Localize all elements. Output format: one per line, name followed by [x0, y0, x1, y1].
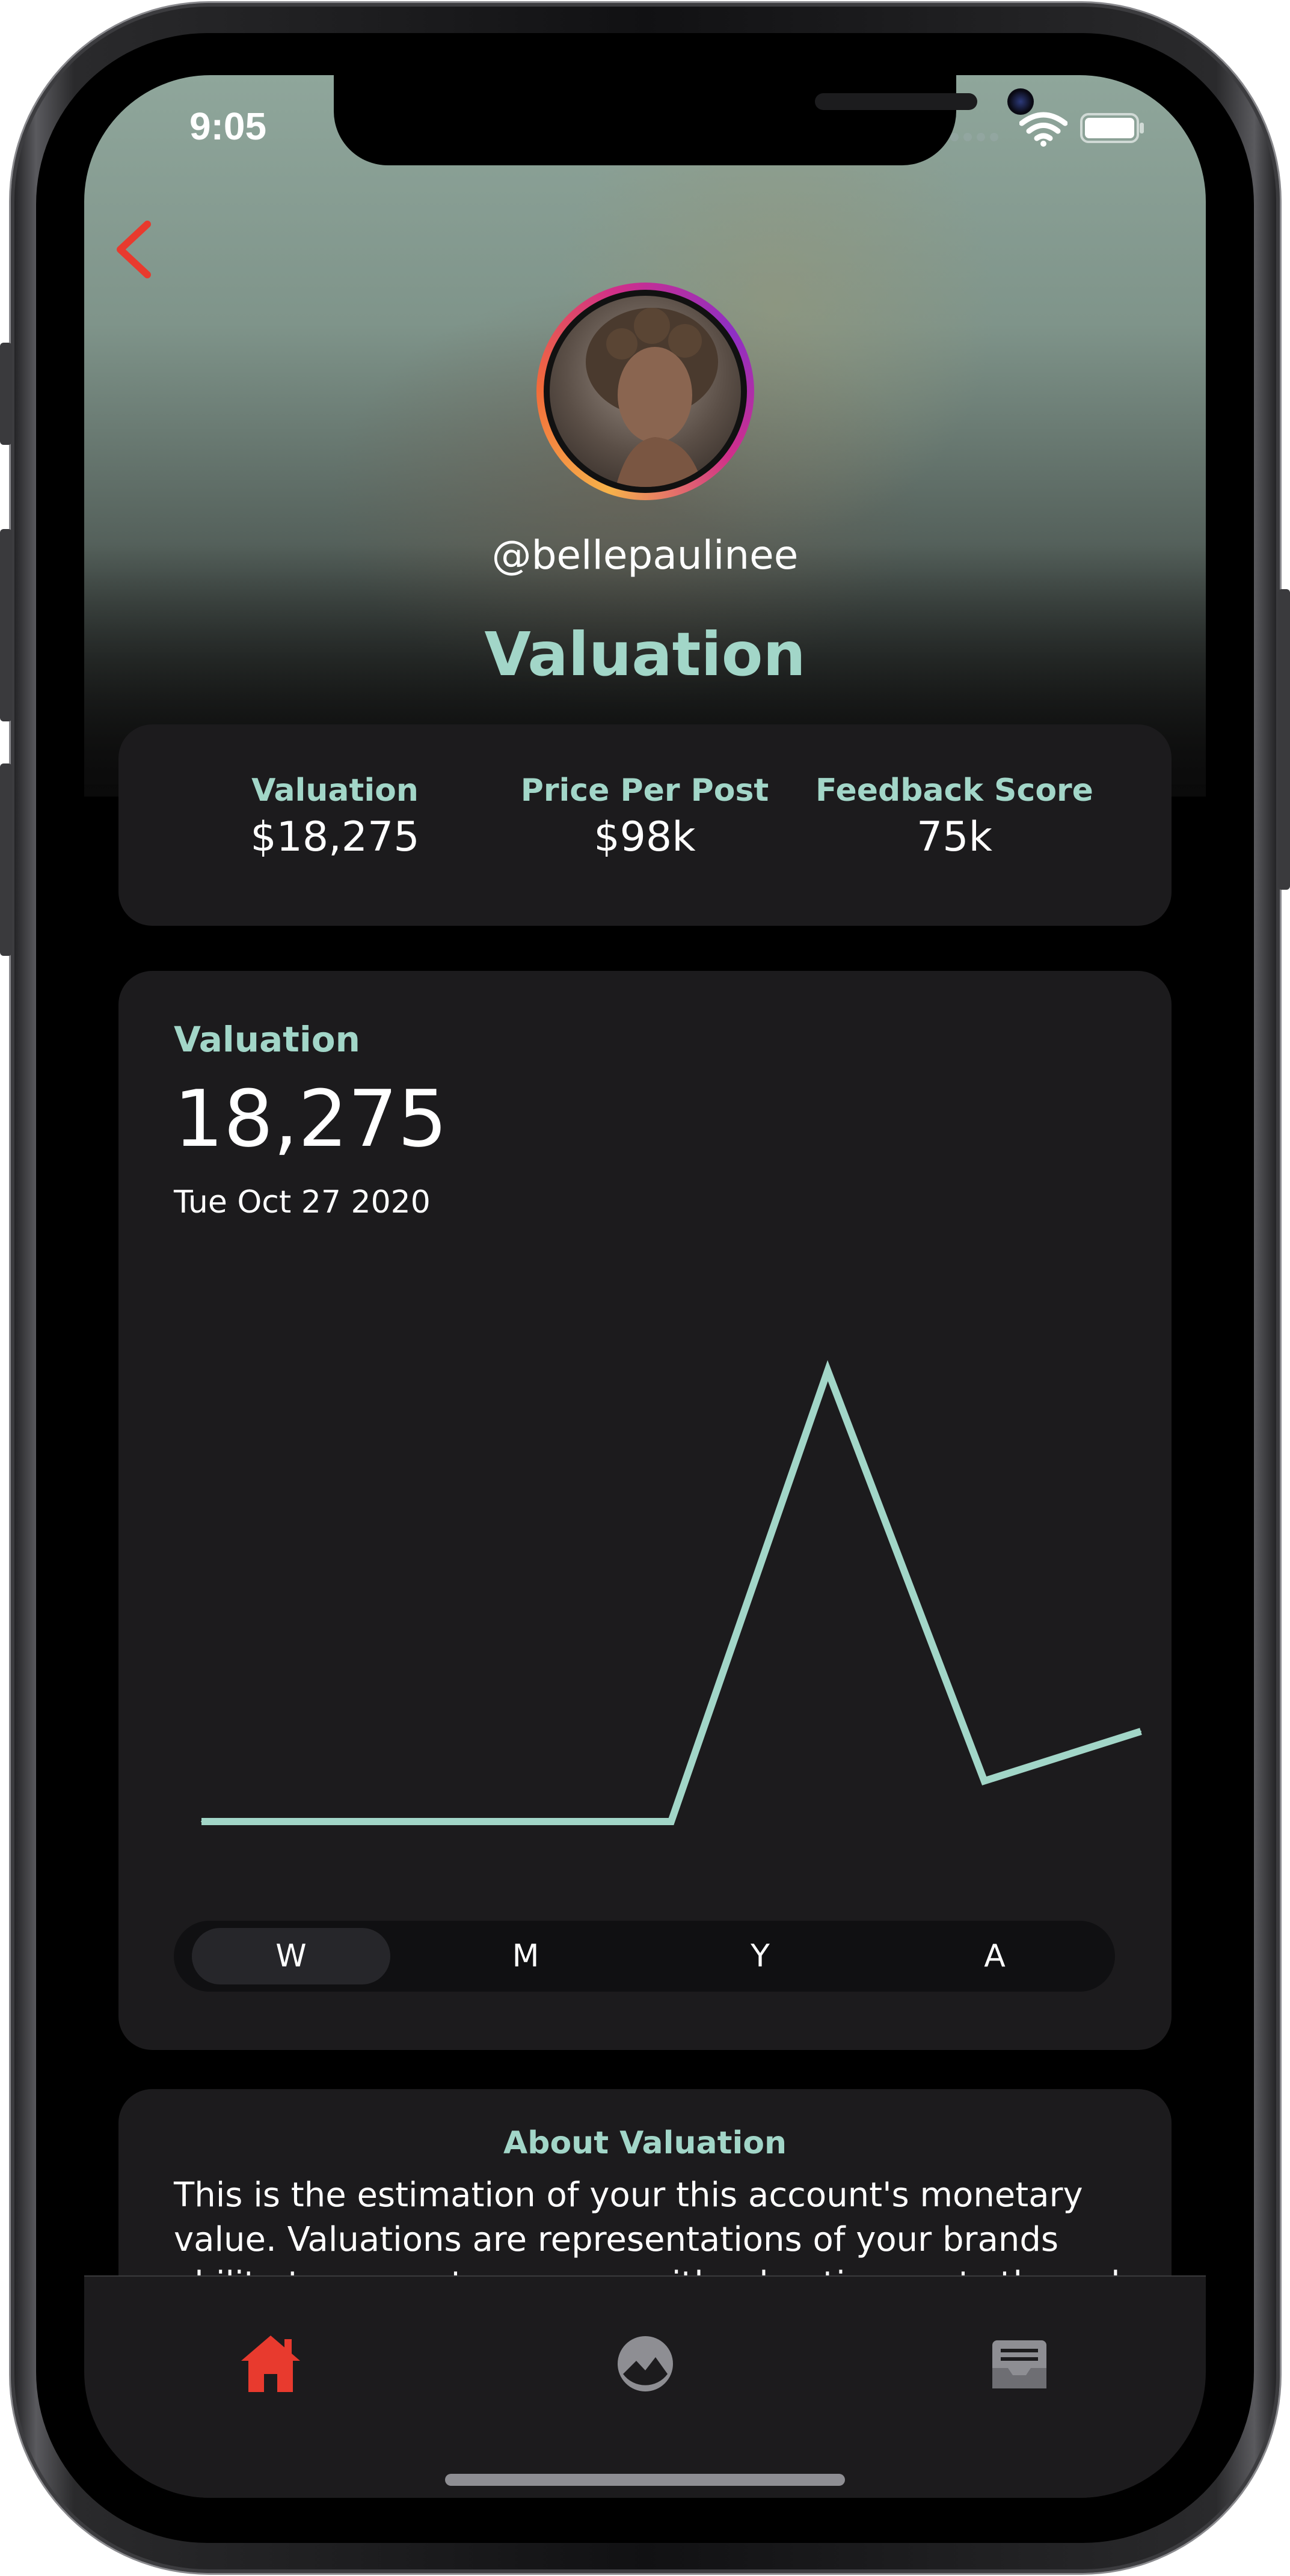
stat-price-per-post: Price Per Post $98k — [488, 772, 801, 861]
home-indicator[interactable] — [445, 2474, 845, 2486]
inbox-icon[interactable] — [986, 2331, 1052, 2397]
data-point — [514, 1821, 515, 1822]
stat-value: $98k — [594, 813, 696, 861]
notch — [334, 75, 1034, 165]
range-tab-a[interactable]: A — [895, 1928, 1094, 1984]
range-tab-y[interactable]: Y — [661, 1928, 859, 1984]
valuation-chart-card: Valuation 18,275 Tue Oct 27 2020 WMYA — [118, 971, 1172, 2050]
range-selector: WMYA — [174, 1921, 1115, 1992]
speaker-grille — [815, 93, 977, 110]
stat-label: Feedback Score — [815, 772, 1093, 809]
stat-value: $18,275 — [250, 813, 420, 861]
power-button — [1278, 589, 1290, 890]
range-tab-m[interactable]: M — [426, 1928, 625, 1984]
stat-label: Price Per Post — [520, 772, 769, 809]
stat-valuation: Valuation $18,275 — [179, 772, 491, 861]
data-point — [357, 1821, 359, 1822]
stat-label: Valuation — [251, 772, 419, 809]
data-point — [201, 1821, 202, 1822]
stats-card: Valuation $18,275 Price Per Post $98k Fe… — [118, 724, 1172, 926]
status-time: 9:05 — [189, 105, 267, 148]
signal-icon — [950, 132, 1010, 141]
username: @bellepaulinee — [491, 532, 799, 578]
chart-label: Valuation — [174, 1019, 360, 1060]
data-point — [983, 1780, 985, 1782]
stat-feedback-score: Feedback Score 75k — [798, 772, 1111, 861]
back-button[interactable] — [102, 213, 162, 286]
screen: 9:05 @bellepaulinee Valuation Valuation … — [84, 75, 1206, 2498]
chart-value: 18,275 — [174, 1073, 447, 1164]
battery-icon — [1080, 113, 1144, 143]
data-point — [1140, 1731, 1141, 1732]
volume-down-button — [0, 763, 12, 956]
tab-bar — [84, 2275, 1206, 2498]
home-icon[interactable] — [238, 2331, 304, 2397]
chart-date: Tue Oct 27 2020 — [174, 1184, 431, 1220]
chart-gauge-icon[interactable] — [612, 2331, 678, 2397]
valuation-line-chart[interactable] — [118, 1308, 1172, 1849]
data-point — [671, 1821, 672, 1822]
about-title: About Valuation — [503, 2125, 787, 2161]
avatar[interactable] — [536, 283, 754, 500]
page-title: Valuation — [484, 619, 806, 690]
wifi-icon — [1019, 112, 1067, 147]
avatar-portrait-icon — [586, 308, 718, 487]
valuation-series-line — [201, 1360, 1142, 1825]
range-tab-w[interactable]: W — [192, 1928, 390, 1984]
stat-value: 75k — [917, 813, 992, 861]
volume-up-button — [0, 529, 12, 721]
avatar-photo — [550, 296, 741, 487]
mute-switch — [0, 343, 12, 445]
data-point — [827, 1370, 829, 1371]
